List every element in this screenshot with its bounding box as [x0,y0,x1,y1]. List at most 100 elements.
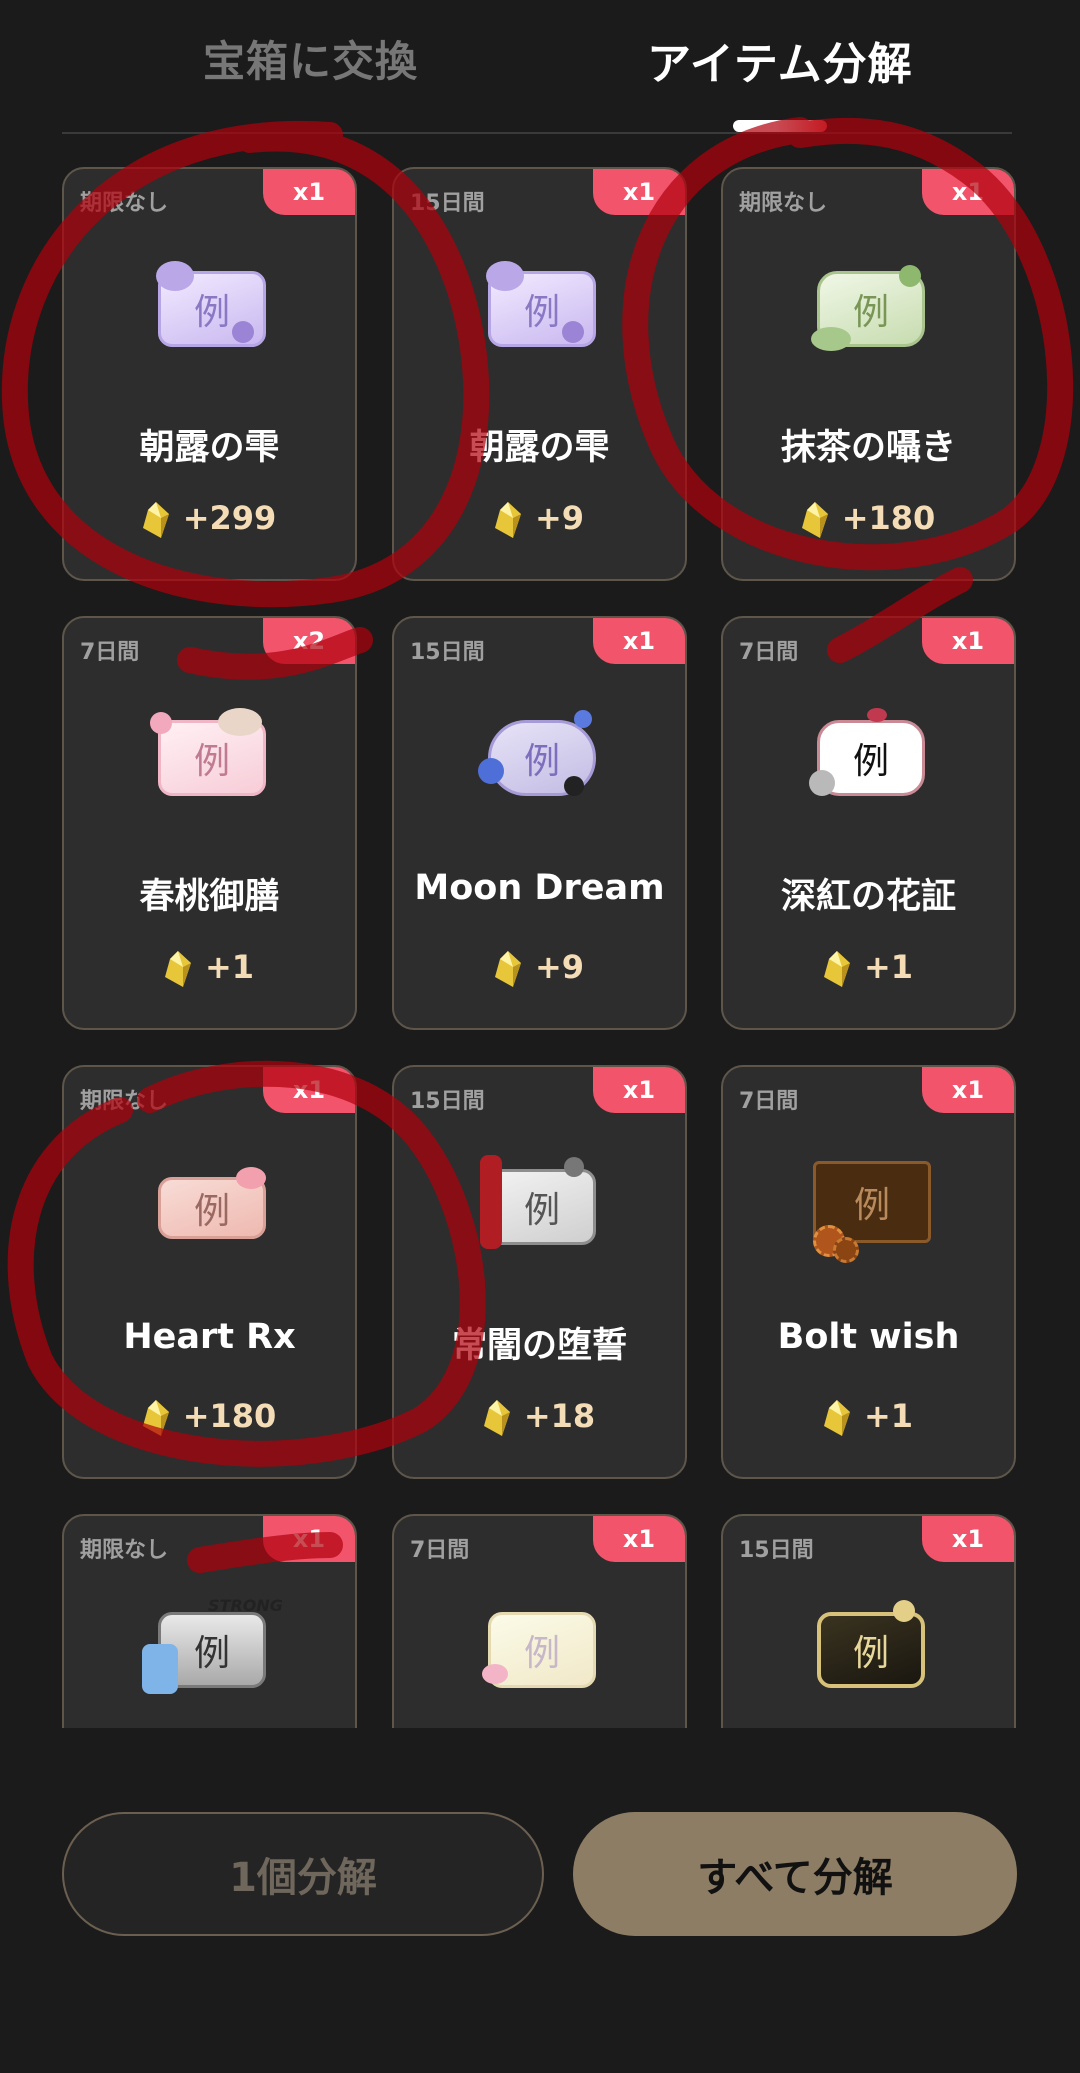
reward-amount: +1 [723,948,1014,987]
expiry-label: 期限なし [80,1089,169,1114]
quantity-badge: x2 [263,618,355,664]
reward-value: +9 [534,948,585,986]
item-card[interactable]: 7日間 x1 例 深紅の花証 +1 [721,616,1016,1030]
item-thumbnail: 例 [478,1598,606,1702]
strong-label: STRONG [208,1596,283,1615]
feather-decoration [809,770,835,796]
item-thumbnail: 例 [148,257,276,361]
expiry-label: 15日間 [410,1089,485,1114]
reward-value: +9 [534,499,585,537]
item-thumbnail: 例 [148,706,276,810]
item-card[interactable]: 期限なし x1 例 朝露の雫 +299 [62,167,357,581]
crystal-icon [142,1400,169,1436]
item-card[interactable]: 7日間 x2 例 春桃御膳 +1 [62,616,357,1030]
tab-exchange-chest[interactable]: 宝箱に交換 [203,28,418,89]
decompose-all-button[interactable]: すべて分解 [573,1812,1017,1936]
item-thumbnail: 例 [148,1155,276,1259]
quantity-badge: x1 [593,618,685,664]
reward-value: +1 [204,948,255,986]
item-thumbnail: 例 STRONG [142,1596,283,1702]
leaf-decoration [899,265,921,287]
item-name: 抹茶の囁き [780,428,956,468]
reward-value: +299 [182,499,277,537]
expiry-label: 期限なし [739,191,828,216]
expiry-label: 期限なし [80,191,169,216]
item-name: 春桃御膳 [139,877,280,917]
tea-cup-decoration [811,327,851,351]
example-frame: 例 [817,1612,925,1688]
expiry-label: 7日間 [739,1089,799,1114]
reward-amount: +1 [64,948,355,987]
item-card[interactable]: 期限なし x1 例 Heart Rx +180 [62,1065,357,1479]
tab-bar: 宝箱に交換 アイテム分解 [0,0,1080,135]
item-name: Bolt wish [777,1317,960,1357]
reward-amount: +180 [64,1397,355,1436]
reward-value: +1 [863,1397,914,1435]
bow-decoration [236,1167,266,1189]
item-card[interactable]: 7日間 x1 例 [392,1514,687,1728]
cat-decoration [564,776,584,796]
gear-icon [833,1237,859,1263]
expiry-label: 期限なし [80,1538,169,1563]
reward-amount: +1 [723,1397,1014,1436]
item-name: 常闇の堕誓 [451,1326,627,1366]
reward-amount: +18 [394,1397,685,1436]
quantity-badge: x1 [263,169,355,215]
decompose-one-button[interactable]: 1個分解 [62,1812,544,1936]
reward-amount: +299 [64,499,355,538]
gem-decoration [562,321,584,343]
reward-amount: +180 [723,499,1014,538]
reward-amount: +9 [394,948,685,987]
item-thumbnail: 例 [807,257,935,361]
item-card[interactable]: 15日間 x1 例 常闇の堕誓 +18 [392,1065,687,1479]
quantity-badge: x1 [922,618,1014,664]
crystal-icon [823,951,850,987]
flower-decoration [156,261,194,291]
expiry-label: 7日間 [80,640,140,665]
quantity-badge: x1 [263,1516,355,1562]
reward-value: +180 [182,1397,277,1435]
item-name: Heart Rx [123,1317,296,1357]
item-card[interactable]: 15日間 x1 例 [721,1514,1016,1728]
quantity-badge: x1 [593,1067,685,1113]
crystal-icon [483,1400,510,1436]
item-thumbnail: 例 [478,706,606,810]
crystal-icon [823,1400,850,1436]
item-card[interactable]: 15日間 x1 例 朝露の雫 +9 [392,167,687,581]
quantity-badge: x1 [922,169,1014,215]
item-thumbnail: 例 [478,257,606,361]
rose-decoration [867,708,887,722]
item-name: 深紅の花証 [780,877,956,917]
can-decoration [142,1644,178,1694]
bird-decoration [218,708,262,736]
quantity-badge: x1 [593,1516,685,1562]
expiry-label: 7日間 [739,640,799,665]
crystal-icon [494,502,521,538]
crystal-icon [494,951,521,987]
item-name: 朝露の雫 [469,428,610,468]
reward-value: +1 [863,948,914,986]
expiry-label: 7日間 [410,1538,470,1563]
crystal-icon [164,951,191,987]
item-name: 朝露の雫 [139,428,280,468]
quantity-badge: x1 [593,169,685,215]
quantity-badge: x1 [922,1516,1014,1562]
butterfly-decoration [478,758,504,784]
item-name: Moon Dream [414,868,665,908]
item-thumbnail: 例 [478,1155,606,1259]
item-grid[interactable]: 期限なし x1 例 朝露の雫 +299 15日間 x1 例 朝露の雫 +9 期限… [0,150,1080,1728]
quantity-badge: x1 [263,1067,355,1113]
red-rose-decoration [480,1155,502,1249]
item-card[interactable]: 7日間 x1 例 Bolt wish +1 [721,1065,1016,1479]
butterfly-decoration [574,710,592,728]
crystal-icon [142,502,169,538]
active-tab-indicator [733,120,827,132]
item-thumbnail: 例 [807,706,935,810]
item-card[interactable]: 期限なし x1 例 STRONG [62,1514,357,1728]
item-card[interactable]: 15日間 x1 例 Moon Dream +9 [392,616,687,1030]
reward-value: +180 [841,499,936,537]
flower-decoration [482,1664,508,1684]
item-card[interactable]: 期限なし x1 例 抹茶の囁き +180 [721,167,1016,581]
tab-item-decompose[interactable]: アイテム分解 [647,28,913,92]
flower-decoration [564,1157,584,1177]
